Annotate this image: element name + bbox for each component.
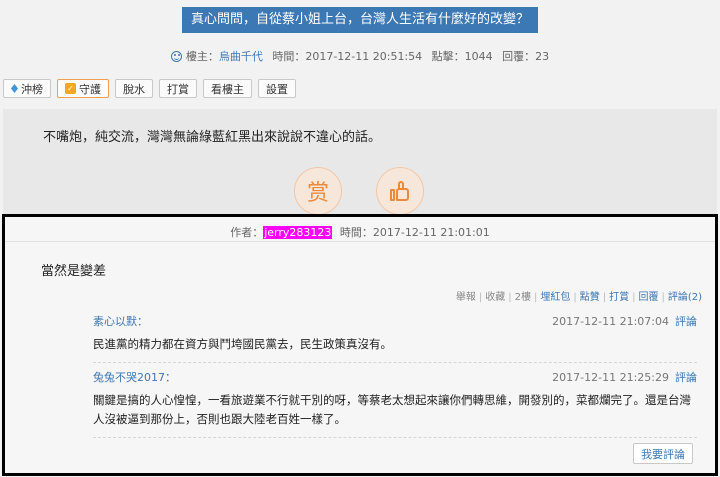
clicks-label: 點擊： — [431, 50, 465, 63]
reply-time-label: 時間： — [339, 226, 373, 239]
reward-button[interactable]: 赏 — [294, 167, 342, 215]
view-op-button[interactable]: 看樓主 — [203, 79, 252, 98]
collect-link[interactable]: 收藏 — [485, 292, 505, 303]
reward-link[interactable]: 打賞 — [609, 292, 629, 303]
author-label: 樓主： — [185, 50, 219, 63]
gem-icon — [11, 84, 18, 93]
comment-item: 兔兔不哭2017： 2017-12-11 21:25:29 評論 關鍵是搞的人心惶… — [93, 371, 697, 438]
comment-list: 素心以默： 2017-12-11 21:07:04 評論 民進黨的精力都在資方與鬥… — [93, 315, 697, 446]
post-time: 2017-12-11 20:51:54 — [305, 50, 423, 63]
reply-actions: 舉報 | 收藏 | 2樓 | 埋紅包 | 點贊 | 打賞 | 回覆 | 評論(2) — [455, 292, 702, 303]
post-meta: 樓主：烏曲千代 時間：2017-12-11 20:51:54 點擊：1044 回… — [0, 48, 720, 64]
post-title: 真心問問，自從蔡小姐上台，台灣人生活有什麼好的改變？ — [181, 7, 538, 33]
comment-link[interactable]: 評論(2) — [668, 292, 702, 303]
shield-icon: ✓ — [65, 83, 76, 94]
comment-user-link[interactable]: 素心以默： — [93, 315, 148, 329]
settings-button[interactable]: 設置 — [258, 79, 296, 98]
comment-time: 2017-12-11 21:07:04 — [552, 315, 669, 328]
my-comment-button[interactable]: 我要評論 — [633, 443, 693, 464]
reply-author-label: 作者： — [230, 226, 264, 239]
reply-link[interactable]: 回覆 — [638, 292, 658, 303]
comment-time: 2017-12-11 21:25:29 — [552, 371, 669, 384]
comment-reply-link[interactable]: 評論 — [675, 315, 697, 328]
tip-button[interactable]: 打賞 — [159, 79, 197, 98]
guard-label: 守護 — [79, 82, 101, 96]
boost-label: 沖榜 — [21, 82, 43, 96]
post-toolbar: 沖榜 ✓ 守護 脫水 打賞 看樓主 設置 — [3, 79, 296, 98]
post-author-link[interactable]: 烏曲千代 — [219, 50, 263, 63]
comment-user-link[interactable]: 兔兔不哭2017： — [93, 371, 176, 385]
comment-text: 民進黨的精力都在資方與鬥垮國民黨去，民生政策真沒有。 — [93, 337, 392, 351]
like-button[interactable] — [376, 167, 424, 215]
report-link[interactable]: 舉報 — [456, 292, 476, 303]
comment-reply-link[interactable]: 評論 — [675, 371, 697, 384]
smiley-icon — [170, 51, 182, 62]
post-clicks: 1044 — [464, 50, 493, 63]
comment-text: 關鍵是搞的人心惶惶，一看旅遊業不行就干別的呀，等蔡老太想起來讓你們轉思維，開發別… — [93, 393, 691, 426]
time-label: 時間： — [272, 50, 306, 63]
like-link[interactable]: 點贊 — [580, 292, 600, 303]
op-text: 不嘴炮，純交流，灣灣無論綠藍紅黑出來說說不違心的話。 — [43, 130, 382, 145]
floor-number: 2樓 — [514, 292, 531, 303]
divider — [5, 241, 715, 242]
guard-button[interactable]: ✓ 守護 — [57, 79, 109, 98]
reply-text: 當然是變差 — [41, 264, 107, 279]
thumbs-up-icon — [390, 181, 410, 201]
title-wrapper: 真心問問，自從蔡小姐上台，台灣人生活有什麼好的改變？ — [0, 7, 720, 33]
reply-header: 作者：jerry283123 時間：2017-12-11 21:01:01 — [5, 224, 715, 240]
replies-label: 回覆： — [502, 50, 536, 63]
comment-item: 素心以默： 2017-12-11 21:07:04 評論 民進黨的精力都在資方與鬥… — [93, 315, 697, 363]
post-replies: 23 — [535, 50, 550, 63]
reward-icon: 赏 — [306, 181, 329, 206]
op-post-body: 不嘴炮，純交流，灣灣無論綠藍紅黑出來說說不違心的話。 赏 — [3, 109, 717, 219]
red-packet-link[interactable]: 埋紅包 — [540, 292, 570, 303]
reply-time: 2017-12-11 21:01:01 — [372, 226, 490, 239]
boost-button[interactable]: 沖榜 — [3, 79, 51, 98]
reply-floor-2: 作者：jerry283123 時間：2017-12-11 21:01:01 當然… — [2, 214, 718, 476]
dehydrate-button[interactable]: 脫水 — [115, 79, 153, 98]
reply-author-link[interactable]: jerry283123 — [263, 226, 333, 239]
